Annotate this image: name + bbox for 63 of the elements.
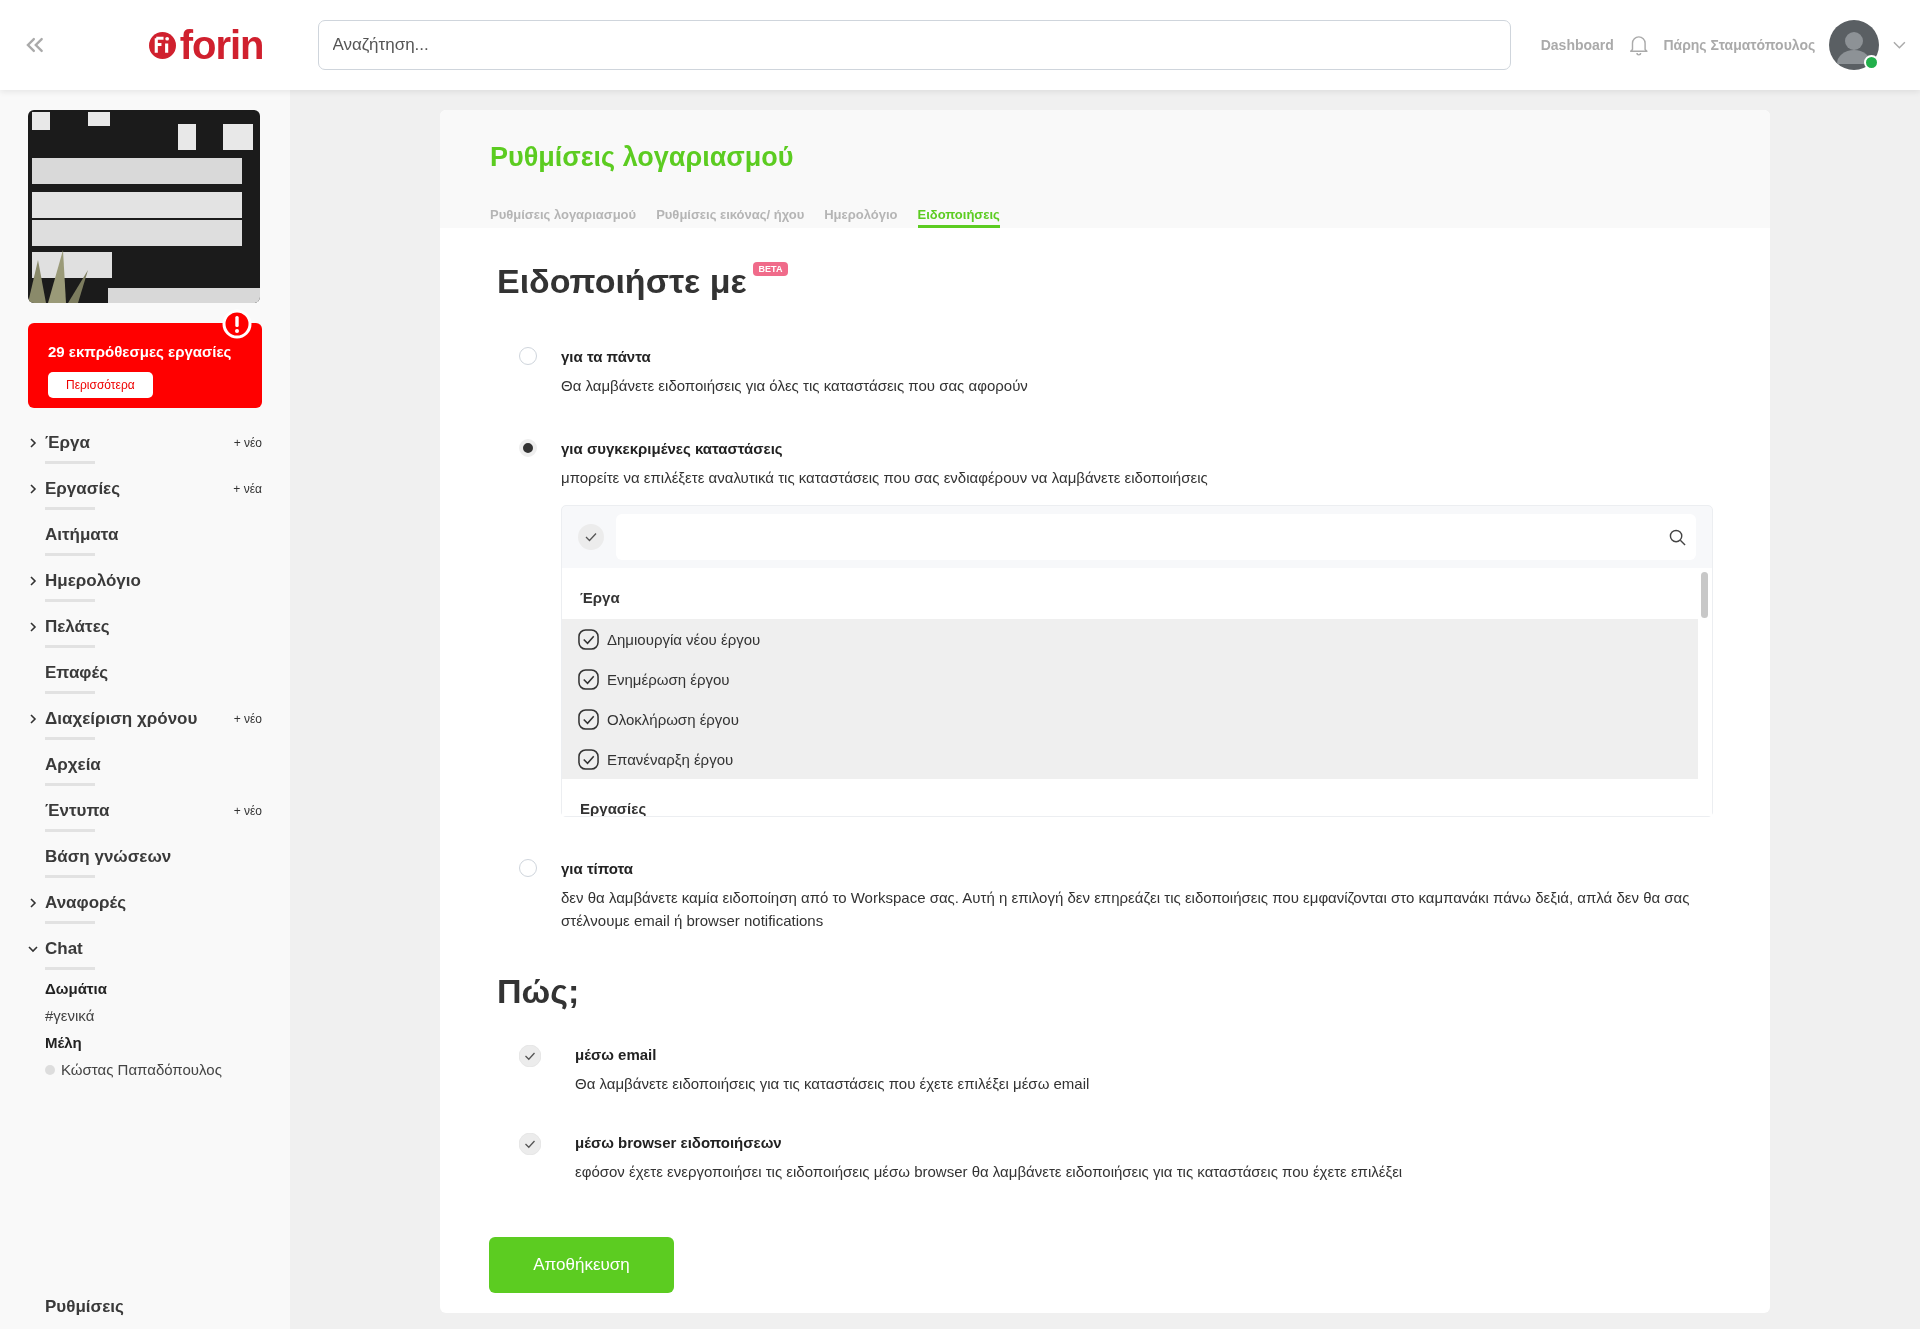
option-description: δεν θα λαμβάνετε καμία ειδοποίηση από το Workspace σας. Αυτή η επιλογή δεν επηρεάζει τις ειδοποιήσεις που εμφανίζονται στο καμπανάκι πάνω δεξιά, απλά δεν θα σας στέλνουμε email ή browser notifications [561, 888, 1691, 931]
chevron-icon[interactable] [28, 622, 38, 632]
nav-item[interactable]: Επαφές [45, 663, 262, 683]
search-field[interactable]: Αναζήτηση... [317, 20, 1511, 70]
option-label: μέσω email [575, 1045, 658, 1065]
logo-icon [148, 31, 176, 59]
option-description: εφόσον έχετε ενεργοποιήσει τις ειδοποιήσεις μέσω browser θα λαμβάνετε ειδοποιήσεις για τις καταστάσεις που έχετε επιλέξει [575, 1162, 1404, 1182]
alert-text: 29 εκπρόθεσμες εργασίες [48, 343, 232, 360]
list-item[interactable]: Δημιουργία νέου έργου [562, 619, 1698, 659]
nav-item[interactable]: Διαχείριση χρόνου [45, 709, 234, 729]
chat-section-heading: Μέλη [45, 1034, 83, 1051]
settings-link[interactable]: Ρυθμίσεις [28, 1297, 262, 1317]
beta-badge: BETA [752, 262, 789, 276]
option-label: για συγκεκριμένες καταστάσεις [561, 439, 784, 459]
scrollbar[interactable] [1701, 572, 1708, 618]
option-description: Θα λαμβάνετε ειδοποιήσεις για όλες τις καταστάσεις που σας αφορούν [561, 376, 1029, 396]
nav-item[interactable]: Αρχεία [45, 755, 262, 775]
nav-item[interactable]: Αναφορές [45, 893, 262, 913]
nav-item[interactable]: Έργα [45, 433, 234, 453]
logo-text[interactable]: forin [179, 22, 264, 68]
chevron-icon[interactable] [28, 898, 38, 908]
nav-item[interactable]: Έντυπα [45, 801, 234, 821]
avatar[interactable] [1829, 20, 1880, 70]
nav-item[interactable]: Πελάτες [45, 617, 262, 637]
checkbox[interactable] [578, 628, 599, 650]
chevron-icon[interactable] [28, 438, 38, 448]
group-heading: Έργα [579, 588, 621, 608]
section-heading: Ειδοποιήστε με [497, 262, 747, 301]
search-icon[interactable] [1669, 528, 1686, 546]
room-item[interactable]: #γενικά [45, 1007, 95, 1024]
nav-item[interactable]: Εργασίες [45, 479, 234, 499]
option-label: για τα πάντα [561, 347, 652, 367]
option-label: για τίποτα [561, 859, 635, 879]
list-item[interactable]: Επανέναρξη έργου [562, 739, 1698, 779]
nav-item[interactable]: Αιτήματα [45, 525, 262, 545]
nav-item[interactable]: Chat [45, 939, 262, 959]
option-label: μέσω browser ειδοποιήσεων [575, 1133, 783, 1153]
section-heading: Πώς; [497, 972, 581, 1011]
option-description: Θα λαμβάνετε ειδοποιήσεις για τις καταστάσεις που έχετε επιλέξει μέσω email [575, 1074, 1091, 1094]
checkbox[interactable] [578, 708, 599, 730]
checkbox[interactable] [578, 668, 599, 690]
page-title: Ρυθμίσεις λογαριασμού [490, 142, 795, 173]
radio-button[interactable] [519, 347, 537, 365]
chevron-icon[interactable] [28, 714, 38, 724]
list-item[interactable]: Ολοκλήρωση έργου [562, 699, 1698, 739]
nav-item[interactable]: Βάση γνώσεων [45, 847, 262, 867]
more-button[interactable]: Περισσότερα [48, 372, 153, 398]
chevron-icon[interactable] [28, 484, 38, 494]
chevron-icon[interactable] [28, 944, 38, 954]
checkbox[interactable] [578, 748, 599, 770]
add-new-link[interactable]: + νέο [233, 712, 262, 726]
option-description: μπορείτε να επιλέξετε αναλυτικά τις καταστάσεις που σας ενδιαφέρουν να λαμβάνετε ειδοποιήσεις [561, 468, 1209, 488]
add-new-link[interactable]: + νέο [233, 436, 262, 450]
select-all-icon[interactable] [578, 524, 604, 550]
chevron-icon[interactable] [28, 576, 38, 586]
nav-item[interactable]: Ημερολόγιο [45, 571, 262, 591]
add-new-link[interactable]: + νέο [233, 804, 262, 818]
filter-search-field[interactable] [616, 514, 1696, 560]
member-item[interactable]: Κώστας Παπαδόπουλος [61, 1061, 222, 1078]
list-item[interactable]: Ενημέρωση έργου [562, 659, 1698, 699]
radio-button[interactable] [519, 859, 537, 877]
chat-section-heading: Δωμάτια [45, 980, 108, 997]
add-new-link[interactable]: + νέα [233, 482, 262, 496]
